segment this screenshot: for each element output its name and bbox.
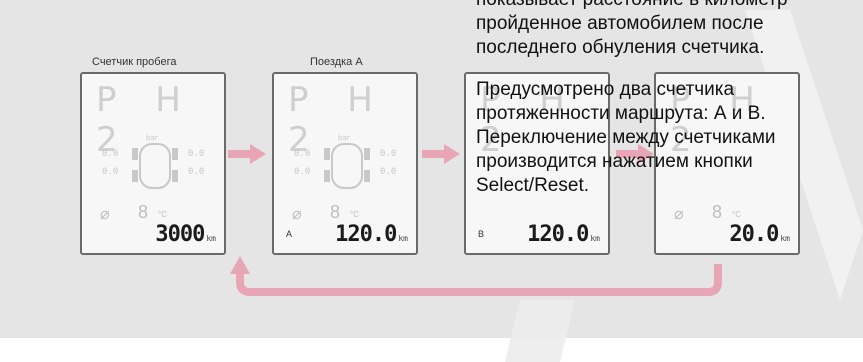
odometer-readout: 20.0 km [729, 222, 790, 247]
temperature-unit: °C [732, 210, 741, 219]
paragraph-2-line-4: производится нажатием кнопки [476, 151, 753, 172]
tpms-rl: 0.0 [294, 167, 310, 177]
odometer-readout: 120.0 km [527, 222, 600, 247]
trip-value: 120.0 [527, 222, 589, 247]
description-text: показывает расстояние в километр пройден… [476, 0, 863, 198]
paragraph-1-line-2: пройденное автомобилем после [476, 13, 764, 34]
paragraph-1-line-3: последнего обнуления счетчика. [476, 37, 765, 58]
temperature-unit: °C [350, 210, 359, 219]
temperature-value: 8 [712, 202, 723, 222]
temperature-unit: °C [158, 210, 167, 219]
display-odometer: P H 2 bar 0.0 0.0 0.0 0.0 ⌀ 8 °C 3000 km [80, 72, 226, 255]
odometer-unit: km [780, 234, 790, 243]
tpms-fr: 0.0 [188, 149, 204, 159]
tpms-rl: 0.0 [102, 167, 118, 177]
trip-value: 120.0 [335, 222, 397, 247]
fuel-icon: ⌀ [292, 206, 302, 223]
tire-pressure-icon: bar 0.0 0.0 0.0 0.0 [294, 134, 396, 189]
tpms-fl: 0.0 [294, 149, 310, 159]
trip-unit: km [590, 234, 600, 243]
paragraph-2-line-1: Предусмотрено два счетчика [476, 79, 735, 100]
fuel-icon: ⌀ [674, 206, 684, 223]
paragraph-2-line-5: Select/Reset. [476, 175, 589, 196]
tpms-fl: 0.0 [102, 149, 118, 159]
paragraph-1-line-1: показывает расстояние в километр [476, 0, 863, 12]
trip-indicator: A [286, 229, 293, 239]
tire-pressure-icon: bar 0.0 0.0 0.0 0.0 [102, 134, 204, 189]
temperature-value: 8 [138, 202, 149, 222]
tpms-rr: 0.0 [188, 167, 204, 177]
temperature-value: 8 [330, 202, 341, 222]
odometer-value: 20.0 [729, 222, 779, 247]
trip-indicator: B [478, 229, 485, 239]
odometer-value: 3000 [155, 222, 205, 247]
fuel-icon: ⌀ [100, 206, 110, 223]
display-trip-a: P H 2 bar 0.0 0.0 0.0 0.0 ⌀ 8 °C A 120.0… [272, 72, 418, 255]
paragraph-2-line-3: Переключение между счетчиками [476, 127, 776, 148]
trip-unit: km [398, 234, 408, 243]
odometer-unit: km [206, 234, 216, 243]
tpms-rr: 0.0 [380, 167, 396, 177]
tpms-fr: 0.0 [380, 149, 396, 159]
tpms-label: bar [338, 134, 350, 142]
odometer-readout: 3000 km [155, 222, 216, 247]
tpms-label: bar [146, 134, 158, 142]
paragraph-2-line-2: протяженности маршрута: А и В. [476, 103, 766, 124]
odometer-readout: 120.0 km [335, 222, 408, 247]
